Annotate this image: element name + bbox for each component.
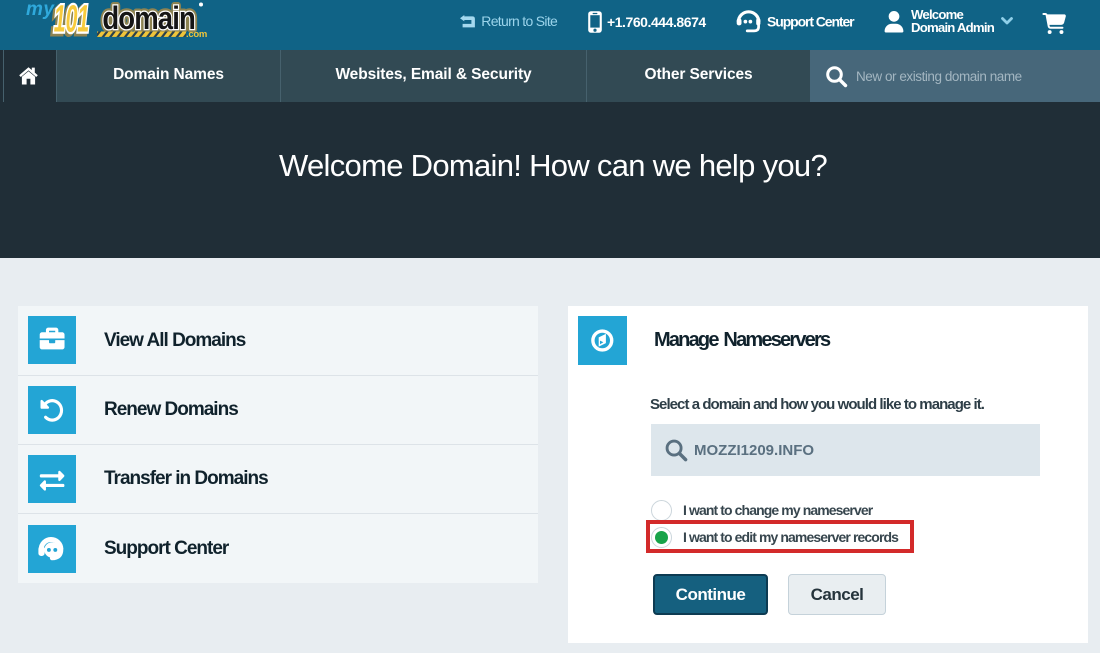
svg-text:domain: domain xyxy=(102,1,195,36)
svg-text:101: 101 xyxy=(54,0,89,40)
svg-text:my: my xyxy=(26,0,55,20)
svg-text:.com: .com xyxy=(186,29,207,40)
